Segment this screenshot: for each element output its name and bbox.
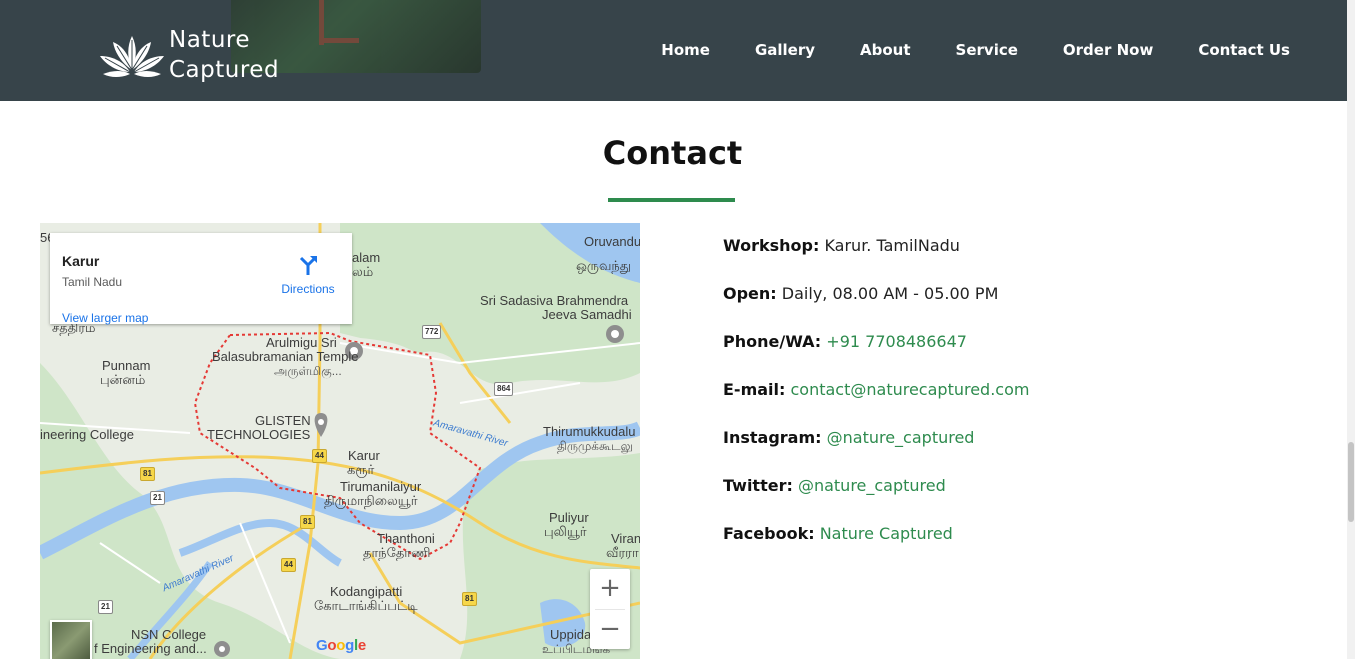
- road-shield: 81: [462, 592, 477, 606]
- nav-order-now[interactable]: Order Now: [1063, 41, 1153, 59]
- place-name: Karur: [62, 253, 100, 269]
- contact-instagram: Instagram: @nature_captured: [723, 428, 1029, 476]
- phone-link[interactable]: +91 7708486647: [826, 332, 967, 351]
- map-label: Thirumukkudalu: [543, 424, 636, 439]
- facebook-label: Facebook:: [723, 524, 815, 543]
- map-label: Oruvandu: [584, 234, 640, 249]
- map-label: அருள்மிகு...: [274, 364, 342, 378]
- road-shield: 81: [300, 515, 315, 529]
- zoom-in-button[interactable]: +: [590, 569, 630, 609]
- nav-home[interactable]: Home: [661, 41, 710, 59]
- nav-service[interactable]: Service: [956, 41, 1018, 59]
- google-attribution-logo: Google: [316, 637, 366, 654]
- map-label: Jeeva Samadhi: [542, 307, 632, 322]
- road-shield: 44: [281, 558, 296, 572]
- contact-email: E-mail: contact@naturecaptured.com: [723, 380, 1029, 428]
- map-label: ஒருவந்து: [576, 258, 631, 273]
- map-place-card: Karur Tamil Nadu View larger map Directi…: [50, 233, 352, 325]
- map-label: கரூர்: [347, 462, 375, 477]
- contact-phone: Phone/WA: +91 7708486647: [723, 332, 1029, 380]
- twitter-label: Twitter:: [723, 476, 793, 495]
- brand-line-1: Nature: [169, 27, 250, 53]
- title-underline: [608, 198, 735, 202]
- directions-label: Directions: [281, 282, 335, 296]
- directions-icon: [299, 256, 317, 275]
- scrollbar-thumb[interactable]: [1348, 442, 1354, 522]
- embedded-map[interactable]: Oruvandu ஒருவந்து alam லம் 56 சத்திரம் S…: [40, 223, 640, 659]
- open-value: Daily, 08.00 AM - 05.00 PM: [781, 284, 999, 303]
- road-shield: 21: [150, 491, 165, 505]
- instagram-label: Instagram:: [723, 428, 822, 447]
- map-label: Puliyur: [549, 510, 589, 525]
- map-label: தாந்தோணி: [363, 545, 431, 560]
- map-label: வீரரா: [606, 545, 639, 560]
- zoom-out-button[interactable]: −: [590, 610, 630, 650]
- nav-about[interactable]: About: [860, 41, 911, 59]
- map-label: Tirumanilaiyur: [340, 479, 422, 494]
- map-zoom-controls: + −: [590, 569, 630, 649]
- contact-facebook: Facebook: Nature Captured: [723, 524, 1029, 572]
- map-label: Viran: [611, 531, 640, 546]
- map-label: GLISTEN: [255, 413, 311, 428]
- map-label: TECHNOLOGIES: [207, 427, 311, 442]
- contact-workshop: Workshop: Karur. TamilNadu: [723, 236, 1029, 284]
- map-label: திருமாநிலையூர்: [324, 493, 418, 508]
- leaf-logo-icon: [100, 35, 164, 77]
- phone-label: Phone/WA:: [723, 332, 822, 351]
- site-logo[interactable]: Nature Captured: [97, 24, 297, 86]
- map-label: Arulmigu Sri: [266, 335, 337, 350]
- map-label: Sri Sadasiva Brahmendra: [480, 293, 629, 308]
- road-shield: 44: [312, 449, 327, 463]
- nav-gallery[interactable]: Gallery: [755, 41, 815, 59]
- map-label: புன்னம்: [100, 372, 146, 387]
- map-place-pin-nsn[interactable]: [214, 641, 230, 657]
- page-scrollbar[interactable]: [1347, 0, 1355, 659]
- email-label: E-mail:: [723, 380, 786, 399]
- twitter-link[interactable]: @nature_captured: [798, 476, 946, 495]
- brand-line-2: Captured: [169, 57, 280, 83]
- map-label: லம்: [352, 264, 374, 279]
- instagram-link[interactable]: @nature_captured: [827, 428, 975, 447]
- main-nav: Home Gallery About Service Order Now Con…: [661, 41, 1290, 59]
- open-label: Open:: [723, 284, 777, 303]
- map-label: alam: [352, 250, 381, 265]
- map-label: f Engineering and...: [94, 641, 207, 656]
- directions-button[interactable]: Directions: [278, 254, 338, 296]
- map-label: Uppida: [550, 627, 592, 642]
- road-shield: 772: [422, 325, 442, 339]
- contact-details: Workshop: Karur. TamilNadu Open: Daily, …: [723, 236, 1029, 572]
- email-link[interactable]: contact@naturecaptured.com: [791, 380, 1030, 399]
- view-larger-map-link[interactable]: View larger map: [62, 311, 148, 325]
- facebook-link[interactable]: Nature Captured: [820, 524, 953, 543]
- map-place-pin-samadhi[interactable]: [606, 325, 624, 343]
- map-label: Karur: [348, 448, 380, 463]
- place-region: Tamil Nadu: [62, 275, 123, 289]
- contact-twitter: Twitter: @nature_captured: [723, 476, 1029, 524]
- workshop-label: Workshop:: [723, 236, 820, 255]
- map-label: திருமுக்கூடலு: [557, 439, 633, 453]
- contact-open-hours: Open: Daily, 08.00 AM - 05.00 PM: [723, 284, 1029, 332]
- nav-contact-us[interactable]: Contact Us: [1198, 41, 1290, 59]
- road-shield: 81: [140, 467, 155, 481]
- map-label: Balasubramanian Temple: [212, 349, 359, 364]
- map-label: புலியூர்: [544, 524, 587, 539]
- workshop-value: Karur. TamilNadu: [824, 236, 960, 255]
- site-header: Nature Captured Home Gallery About Servi…: [0, 0, 1347, 101]
- map-label: கோடாங்கிப்பட்டி: [314, 598, 418, 613]
- road-shield: 864: [494, 382, 514, 396]
- map-label: Thanthoni: [377, 531, 435, 546]
- map-label: Kodangipatti: [330, 584, 403, 599]
- satellite-layer-toggle[interactable]: [50, 620, 92, 659]
- section-title: Contact: [602, 134, 743, 172]
- brand-wordmark: Nature Captured: [169, 25, 279, 85]
- road-shield: 21: [98, 600, 113, 614]
- map-label: NSN College: [131, 627, 207, 642]
- map-label: Punnam: [102, 358, 151, 373]
- map-label: ineering College: [40, 427, 134, 442]
